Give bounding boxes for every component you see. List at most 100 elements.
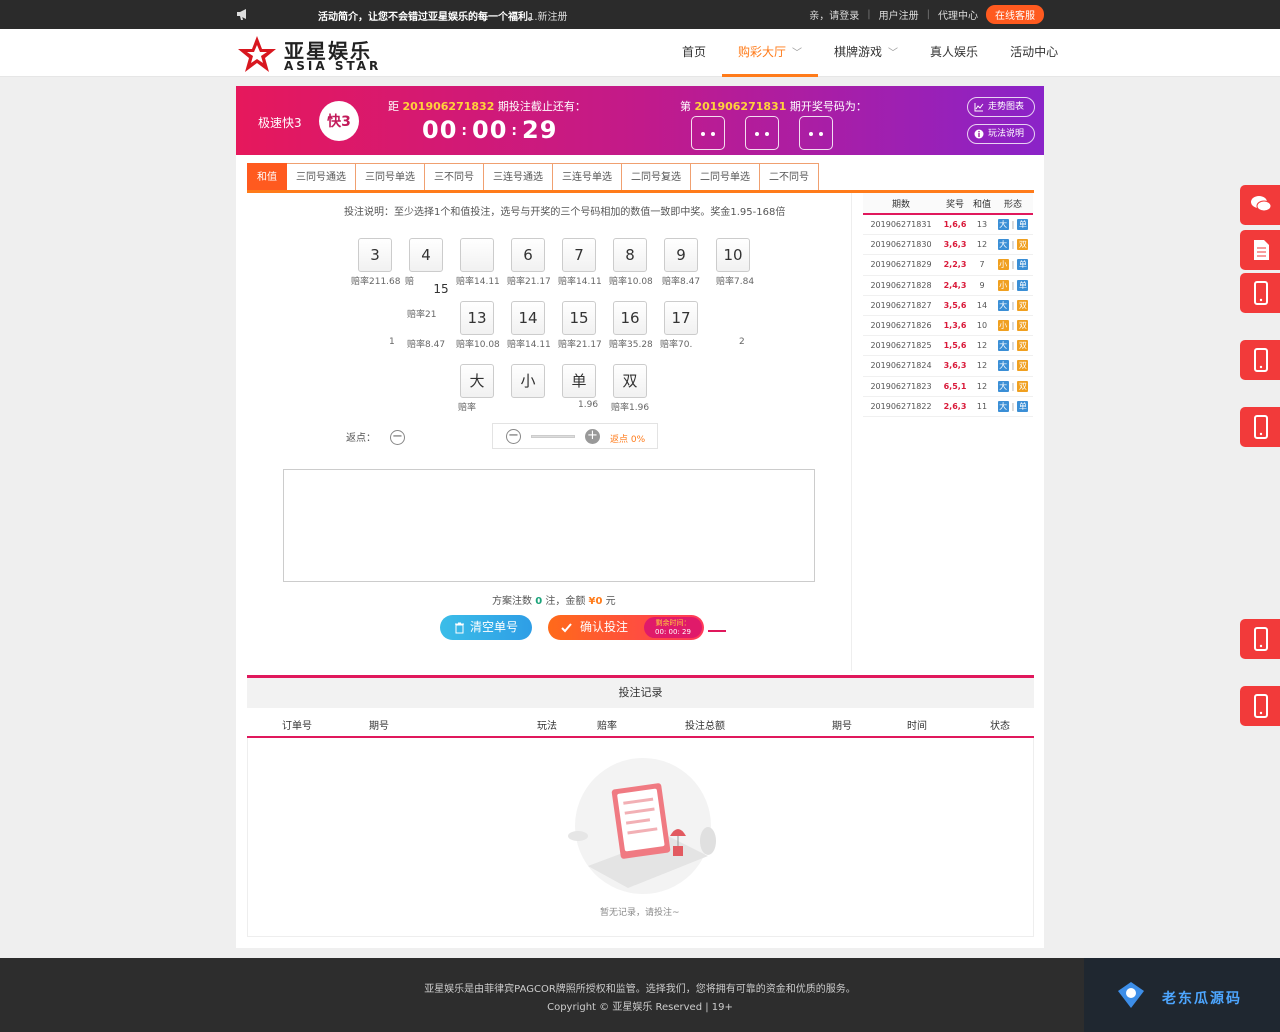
sum-ball-17[interactable]: 17 [664,301,698,335]
big-ball[interactable]: 大 [460,364,494,398]
sum-ball-15[interactable]: 15 [562,301,596,335]
current-issue-number: 201906271832 [402,100,495,113]
register-link[interactable]: 用户注册 [879,7,919,22]
stray-text: 1 [389,337,395,347]
login-link[interactable]: 亲，请登录 [809,7,859,22]
rules-button[interactable]: 玩法说明 [967,124,1035,144]
sum-ball-14[interactable]: 14 [511,301,545,335]
dragging-ball[interactable]: 15 [426,276,456,306]
trend-chart-button[interactable]: 走势图表 [967,97,1035,117]
rules-label: 玩法说明 [988,129,1025,139]
tab-double-single[interactable]: 二同号单选 [691,163,760,190]
sum-ball-13[interactable]: 13 [460,301,494,335]
float-mobile-button[interactable] [1240,407,1280,447]
nav-home[interactable]: 首页 [666,29,722,77]
history-form: 大 | 单 [993,400,1033,412]
rebate-plus-button[interactable]: + [585,429,600,444]
sum-ball-8[interactable]: 8 [613,238,647,272]
minus-icon[interactable]: − [390,430,405,445]
records-col-play: 玩法 [537,721,557,732]
history-issue: 201906271830 [870,240,932,250]
site-logo[interactable]: 亚星娱乐 ASIA STAR [236,33,386,73]
parity-badge: 双 [1017,360,1029,372]
float-mobile-button[interactable] [1240,686,1280,726]
tab-triple-single[interactable]: 三同号单选 [356,163,425,190]
confirm-bet-button[interactable]: 确认投注 剩余时间： 00: 00: 29 [548,615,704,640]
history-sum: 12 [976,361,988,371]
history-col-numbers: 奖号 [945,199,964,210]
nav-promotions[interactable]: 活动中心 [994,29,1074,77]
countdown-seconds: 29 [522,116,558,144]
history-numbers: 2,4,3 [943,280,967,290]
odds-label: 赔率8.47 [407,340,446,350]
tab-double-multi[interactable]: 二同号复选 [622,163,691,190]
divider: | [1011,220,1015,230]
divider: | [867,9,871,20]
even-ball[interactable]: 双 [613,364,647,398]
odds-label: 赔率7.84 [716,277,755,287]
online-service-button[interactable]: 在线客服 [986,5,1044,24]
tab-triple-any[interactable]: 三同号通选 [287,163,356,190]
nav-live-casino[interactable]: 真人娱乐 [914,29,994,77]
summary-suffix: 元 [605,596,616,607]
tab-sum[interactable]: 和值 [247,163,287,190]
remaining-time-label: 剩余时间： [655,619,691,627]
mobile-icon [1254,694,1268,718]
float-mobile-button[interactable] [1240,619,1280,659]
history-form: 大 | 双 [993,299,1033,311]
bet-list-area[interactable] [283,469,815,582]
play-type-tabs: 和值 三同号通选 三同号单选 三不同号 三连号通选 三连号单选 二同号复选 二同… [247,163,1034,193]
sum-ball-9[interactable]: 9 [664,238,698,272]
clear-bets-label: 清空单号 [470,620,519,634]
history-form: 大 | 双 [993,380,1033,392]
chart-icon [974,103,984,112]
trend-chart-label: 走势图表 [988,102,1025,112]
nav-lottery-hall[interactable]: 购彩大厅 ﹀ [722,29,819,77]
divider: | [1011,300,1015,310]
megaphone-icon [237,9,246,20]
records-col-total: 投注总额 [685,721,725,732]
divider: | [926,9,930,20]
odds-label: 赔率21 [407,310,437,320]
odds-label: 赔率70. [660,340,693,350]
history-row: 201906271823 6,5,1 12 大 | 双 [863,377,1033,397]
odd-ball[interactable]: 单 [562,364,596,398]
rebate-minus-button[interactable]: − [506,429,521,444]
float-mobile-button[interactable] [1240,273,1280,313]
confirm-bet-label: 确认投注 [580,620,629,634]
sum-ball-16[interactable]: 16 [613,301,647,335]
float-mobile-button[interactable] [1240,340,1280,380]
tab-straight-single[interactable]: 三连号单选 [553,163,622,190]
divider [708,630,726,632]
agent-link[interactable]: 代理中心 [938,7,978,22]
sum-ball-7[interactable]: 7 [562,238,596,272]
divider: | [1011,341,1015,351]
tab-three-different[interactable]: 三不同号 [425,163,484,190]
sum-ball-10[interactable]: 10 [716,238,750,272]
records-body: 暂无记录，请投注~ [247,738,1034,937]
clear-bets-button[interactable]: 清空单号 [440,615,532,640]
tab-two-different[interactable]: 二不同号 [760,163,819,190]
float-document-button[interactable] [1240,230,1280,270]
bet-instruction: 投注说明：至少选择1个和值投注，选号与开奖的三个号码相加的数值一致即中奖。奖金1… [344,207,786,218]
notice-title: 活动简介，让您不会错过亚星娱乐的每一个福利。 [318,12,538,23]
sum-ball-5[interactable] [460,238,494,272]
sum-ball-4[interactable]: 4 [409,238,443,272]
small-ball[interactable]: 小 [511,364,545,398]
sum-ball-6[interactable]: 6 [511,238,545,272]
rebate-slider[interactable] [531,435,575,438]
odds-label: 赔率10.08 [609,277,653,287]
notice-item[interactable]: 1.新注册 [528,8,568,23]
mobile-icon [1254,415,1268,439]
diamond-icon [1118,982,1144,1008]
float-chat-button[interactable] [1240,185,1280,225]
nav-chess-games[interactable]: 棋牌游戏 ﹀ [818,29,914,77]
sum-ball-3[interactable]: 3 [358,238,392,272]
parity-badge: 双 [1017,340,1029,352]
tab-straight-any[interactable]: 三连号通选 [484,163,553,190]
records-header: 订单号 期号 玩法 赔率 投注总额 期号 时间 状态 [247,708,1034,738]
divider: | [1011,361,1015,371]
dice-two-icon [745,116,779,150]
dice-two-icon [799,116,833,150]
logo-english: ASIA STAR [284,59,382,73]
